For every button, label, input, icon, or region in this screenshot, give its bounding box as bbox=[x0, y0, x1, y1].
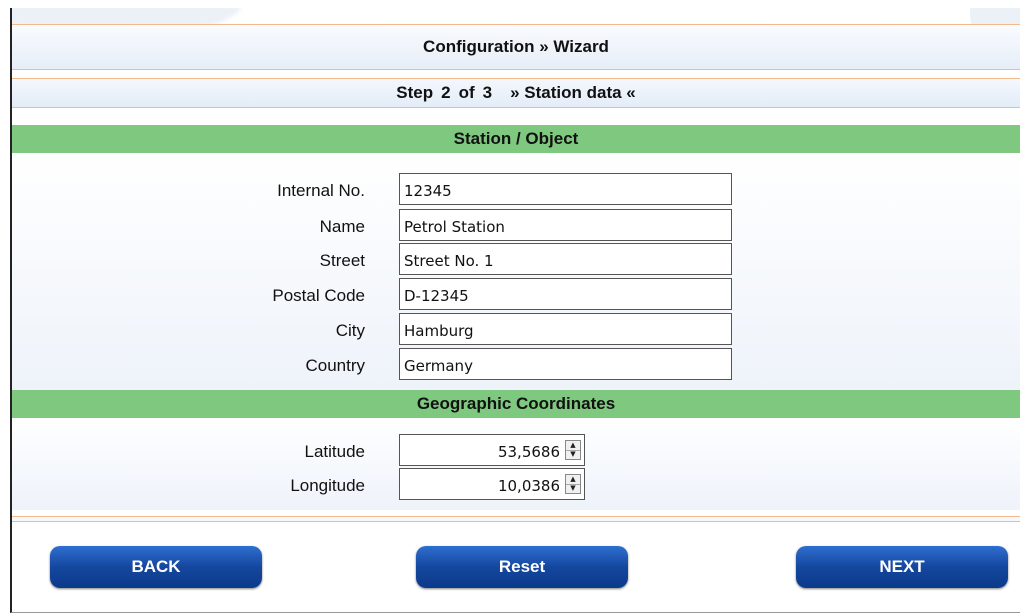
street-label: Street bbox=[319, 251, 365, 270]
form-row-latitude: Latitude 53,5686 ▲ ▼ bbox=[12, 434, 1020, 468]
wizard-window: Configuration » Wizard Step 2 of 3 » Sta… bbox=[10, 8, 1020, 613]
longitude-spinner[interactable]: 10,0386 ▲ ▼ bbox=[399, 468, 585, 500]
spin-down-icon[interactable]: ▼ bbox=[566, 449, 580, 460]
latitude-spinner[interactable]: 53,5686 ▲ ▼ bbox=[399, 434, 585, 466]
form-row-street: Street Street No. 1 bbox=[12, 243, 1020, 277]
country-label: Country bbox=[305, 356, 365, 375]
spin-up-icon[interactable]: ▲ bbox=[566, 475, 580, 484]
step-of: of bbox=[458, 83, 475, 102]
back-button[interactable]: BACK bbox=[50, 546, 262, 588]
spin-down-icon[interactable]: ▼ bbox=[566, 483, 580, 494]
section-header-geo: Geographic Coordinates bbox=[12, 390, 1020, 418]
name-input[interactable]: Petrol Station bbox=[399, 209, 732, 241]
longitude-spin-buttons: ▲ ▼ bbox=[565, 474, 581, 494]
step-prefix: Step bbox=[396, 83, 434, 102]
next-button[interactable]: NEXT bbox=[796, 546, 1008, 588]
longitude-value[interactable]: 10,0386 bbox=[498, 477, 560, 495]
latitude-value[interactable]: 53,5686 bbox=[498, 443, 560, 461]
section-header-station: Station / Object bbox=[12, 125, 1020, 153]
step-name: » Station data « bbox=[510, 83, 636, 102]
city-input[interactable]: Hamburg bbox=[399, 313, 732, 345]
internal-no-input[interactable]: 12345 bbox=[399, 173, 732, 205]
form-row-postal-code: Postal Code D-12345 bbox=[12, 278, 1020, 312]
form-row-internal-no: Internal No. 12345 bbox=[12, 173, 1020, 207]
internal-no-label: Internal No. bbox=[277, 181, 365, 200]
spin-up-icon[interactable]: ▲ bbox=[566, 441, 580, 450]
latitude-label: Latitude bbox=[304, 442, 366, 461]
geo-form: Latitude 53,5686 ▲ ▼ Longitude 10,0386 ▲… bbox=[12, 418, 1020, 510]
form-row-country: Country Germany bbox=[12, 348, 1020, 382]
step-indicator: Step 2 of 3 » Station data « bbox=[12, 78, 1020, 108]
latitude-spin-buttons: ▲ ▼ bbox=[565, 440, 581, 460]
postal-code-label: Postal Code bbox=[272, 286, 365, 305]
postal-code-input[interactable]: D-12345 bbox=[399, 278, 732, 310]
step-total: 3 bbox=[482, 83, 493, 102]
reset-button[interactable]: Reset bbox=[416, 546, 628, 588]
station-form: Internal No. 12345 Name Petrol Station S… bbox=[12, 153, 1020, 390]
longitude-label: Longitude bbox=[290, 476, 365, 495]
page-title: Configuration » Wizard bbox=[12, 24, 1020, 70]
form-row-name: Name Petrol Station bbox=[12, 209, 1020, 243]
country-input[interactable]: Germany bbox=[399, 348, 732, 380]
form-row-longitude: Longitude 10,0386 ▲ ▼ bbox=[12, 468, 1020, 502]
divider bbox=[12, 516, 1020, 522]
street-input[interactable]: Street No. 1 bbox=[399, 243, 732, 275]
city-label: City bbox=[335, 321, 365, 340]
step-current: 2 bbox=[441, 83, 451, 102]
form-row-city: City Hamburg bbox=[12, 313, 1020, 347]
name-label: Name bbox=[319, 217, 365, 236]
